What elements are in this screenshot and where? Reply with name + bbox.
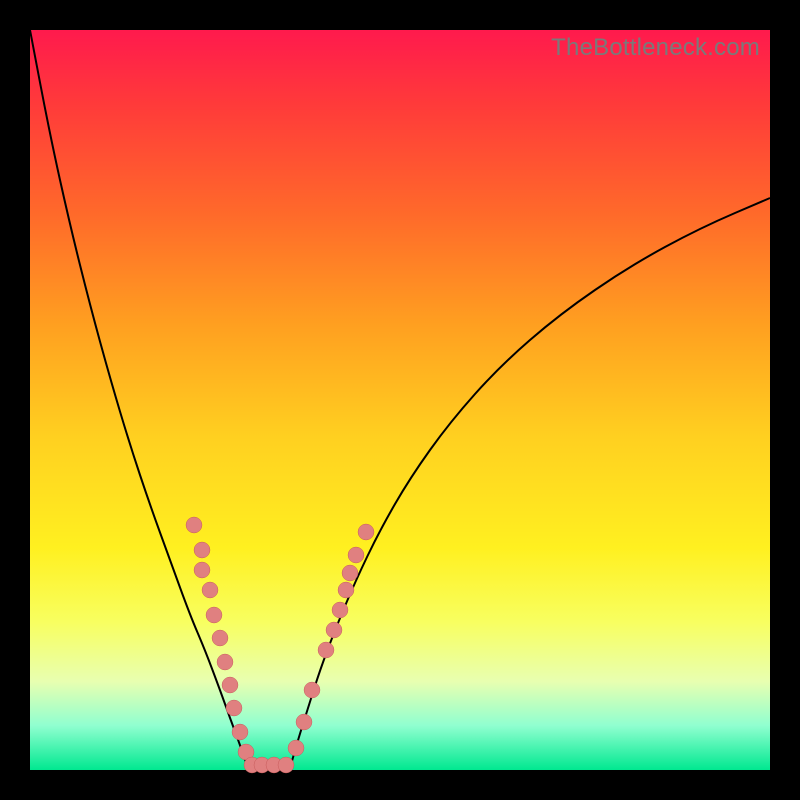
data-dot [278, 757, 294, 773]
data-dots [186, 517, 374, 773]
curve-right-branch [290, 198, 770, 768]
data-dot [348, 547, 364, 563]
curve-left-branch [30, 30, 248, 768]
data-dot [296, 714, 312, 730]
data-dot [288, 740, 304, 756]
data-dot [326, 622, 342, 638]
chart-svg [30, 30, 770, 770]
data-dot [194, 562, 210, 578]
data-dot [318, 642, 334, 658]
data-dot [206, 607, 222, 623]
data-dot [194, 542, 210, 558]
curve-group [30, 30, 770, 768]
data-dot [332, 602, 348, 618]
data-dot [358, 524, 374, 540]
data-dot [186, 517, 202, 533]
data-dot [212, 630, 228, 646]
chart-frame: TheBottleneck.com [30, 30, 770, 770]
data-dot [222, 677, 238, 693]
data-dot [226, 700, 242, 716]
data-dot [338, 582, 354, 598]
data-dot [217, 654, 233, 670]
data-dot [232, 724, 248, 740]
data-dot [342, 565, 358, 581]
data-dot [202, 582, 218, 598]
data-dot [304, 682, 320, 698]
